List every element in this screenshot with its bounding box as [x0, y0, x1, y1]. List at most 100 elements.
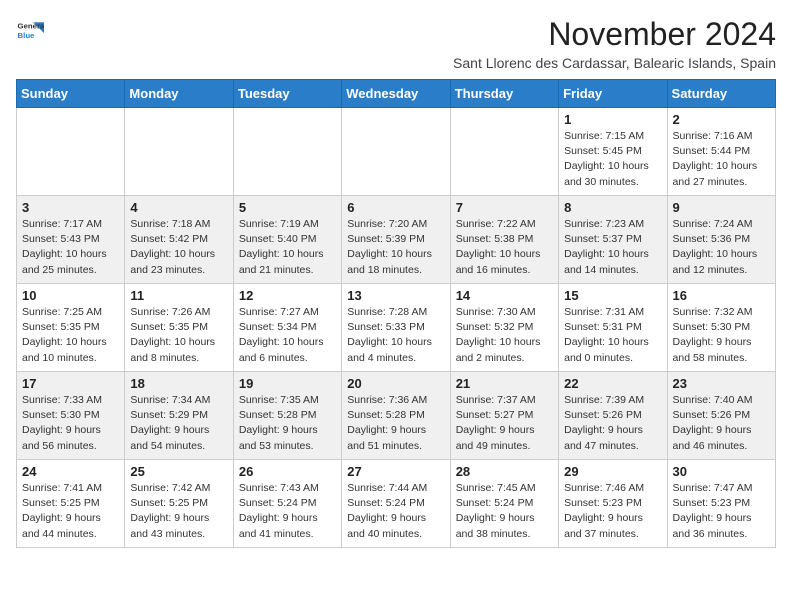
day-number: 6 [347, 200, 444, 215]
calendar-day-cell: 20 Sunrise: 7:36 AM Sunset: 5:28 PM Dayli… [342, 372, 450, 460]
day-info: Sunrise: 7:41 AM Sunset: 5:25 PM Dayligh… [22, 481, 119, 542]
day-number: 26 [239, 464, 336, 479]
day-info: Sunrise: 7:45 AM Sunset: 5:24 PM Dayligh… [456, 481, 553, 542]
day-info: Sunrise: 7:17 AM Sunset: 5:43 PM Dayligh… [22, 217, 119, 278]
calendar-day-cell: 28 Sunrise: 7:45 AM Sunset: 5:24 PM Dayli… [450, 460, 558, 548]
day-number: 25 [130, 464, 227, 479]
day-number: 23 [673, 376, 770, 391]
day-number: 16 [673, 288, 770, 303]
day-of-week-header: Thursday [450, 80, 558, 108]
calendar-day-cell: 23 Sunrise: 7:40 AM Sunset: 5:26 PM Dayli… [667, 372, 775, 460]
calendar-day-cell [17, 108, 125, 196]
day-number: 13 [347, 288, 444, 303]
day-info: Sunrise: 7:24 AM Sunset: 5:36 PM Dayligh… [673, 217, 770, 278]
day-info: Sunrise: 7:27 AM Sunset: 5:34 PM Dayligh… [239, 305, 336, 366]
day-info: Sunrise: 7:47 AM Sunset: 5:23 PM Dayligh… [673, 481, 770, 542]
day-number: 10 [22, 288, 119, 303]
day-of-week-header: Saturday [667, 80, 775, 108]
calendar-day-cell: 10 Sunrise: 7:25 AM Sunset: 5:35 PM Dayli… [17, 284, 125, 372]
day-info: Sunrise: 7:39 AM Sunset: 5:26 PM Dayligh… [564, 393, 661, 454]
day-number: 18 [130, 376, 227, 391]
day-info: Sunrise: 7:37 AM Sunset: 5:27 PM Dayligh… [456, 393, 553, 454]
day-number: 14 [456, 288, 553, 303]
day-info: Sunrise: 7:32 AM Sunset: 5:30 PM Dayligh… [673, 305, 770, 366]
day-number: 30 [673, 464, 770, 479]
logo: General Blue [16, 16, 44, 44]
day-info: Sunrise: 7:43 AM Sunset: 5:24 PM Dayligh… [239, 481, 336, 542]
calendar-week-row: 1 Sunrise: 7:15 AM Sunset: 5:45 PM Daylig… [17, 108, 776, 196]
calendar-day-cell: 22 Sunrise: 7:39 AM Sunset: 5:26 PM Dayli… [559, 372, 667, 460]
day-number: 19 [239, 376, 336, 391]
day-number: 29 [564, 464, 661, 479]
day-number: 15 [564, 288, 661, 303]
calendar-day-cell: 4 Sunrise: 7:18 AM Sunset: 5:42 PM Daylig… [125, 196, 233, 284]
day-number: 24 [22, 464, 119, 479]
day-number: 17 [22, 376, 119, 391]
svg-text:Blue: Blue [18, 31, 36, 40]
calendar-header-row: SundayMondayTuesdayWednesdayThursdayFrid… [17, 80, 776, 108]
calendar-day-cell: 16 Sunrise: 7:32 AM Sunset: 5:30 PM Dayli… [667, 284, 775, 372]
calendar-day-cell: 29 Sunrise: 7:46 AM Sunset: 5:23 PM Dayli… [559, 460, 667, 548]
day-info: Sunrise: 7:33 AM Sunset: 5:30 PM Dayligh… [22, 393, 119, 454]
day-info: Sunrise: 7:20 AM Sunset: 5:39 PM Dayligh… [347, 217, 444, 278]
day-info: Sunrise: 7:36 AM Sunset: 5:28 PM Dayligh… [347, 393, 444, 454]
calendar-week-row: 3 Sunrise: 7:17 AM Sunset: 5:43 PM Daylig… [17, 196, 776, 284]
calendar-week-row: 10 Sunrise: 7:25 AM Sunset: 5:35 PM Dayli… [17, 284, 776, 372]
calendar-table: SundayMondayTuesdayWednesdayThursdayFrid… [16, 79, 776, 548]
day-of-week-header: Wednesday [342, 80, 450, 108]
day-number: 4 [130, 200, 227, 215]
calendar-day-cell: 1 Sunrise: 7:15 AM Sunset: 5:45 PM Daylig… [559, 108, 667, 196]
calendar-day-cell: 17 Sunrise: 7:33 AM Sunset: 5:30 PM Dayli… [17, 372, 125, 460]
day-info: Sunrise: 7:25 AM Sunset: 5:35 PM Dayligh… [22, 305, 119, 366]
day-number: 28 [456, 464, 553, 479]
logo-icon: General Blue [16, 16, 44, 44]
calendar-week-row: 24 Sunrise: 7:41 AM Sunset: 5:25 PM Dayli… [17, 460, 776, 548]
day-number: 22 [564, 376, 661, 391]
calendar-day-cell: 9 Sunrise: 7:24 AM Sunset: 5:36 PM Daylig… [667, 196, 775, 284]
day-info: Sunrise: 7:40 AM Sunset: 5:26 PM Dayligh… [673, 393, 770, 454]
calendar-day-cell: 15Sunrise: 7:31 AM Sunset: 5:31 PM Dayli… [559, 284, 667, 372]
calendar-day-cell: 5 Sunrise: 7:19 AM Sunset: 5:40 PM Daylig… [233, 196, 341, 284]
calendar-day-cell: 2 Sunrise: 7:16 AM Sunset: 5:44 PM Daylig… [667, 108, 775, 196]
day-info: Sunrise: 7:30 AM Sunset: 5:32 PM Dayligh… [456, 305, 553, 366]
day-number: 1 [564, 112, 661, 127]
day-info: Sunrise: 7:46 AM Sunset: 5:23 PM Dayligh… [564, 481, 661, 542]
day-info: Sunrise: 7:34 AM Sunset: 5:29 PM Dayligh… [130, 393, 227, 454]
day-number: 20 [347, 376, 444, 391]
calendar-day-cell [450, 108, 558, 196]
day-info: Sunrise: 7:18 AM Sunset: 5:42 PM Dayligh… [130, 217, 227, 278]
day-info: Sunrise: 7:15 AM Sunset: 5:45 PM Dayligh… [564, 129, 661, 190]
calendar-day-cell: 14 Sunrise: 7:30 AM Sunset: 5:32 PM Dayli… [450, 284, 558, 372]
calendar-day-cell: 30 Sunrise: 7:47 AM Sunset: 5:23 PM Dayli… [667, 460, 775, 548]
calendar-day-cell: 26 Sunrise: 7:43 AM Sunset: 5:24 PM Dayli… [233, 460, 341, 548]
calendar-day-cell: 18 Sunrise: 7:34 AM Sunset: 5:29 PM Dayli… [125, 372, 233, 460]
calendar-day-cell [125, 108, 233, 196]
day-number: 3 [22, 200, 119, 215]
day-of-week-header: Tuesday [233, 80, 341, 108]
calendar-day-cell: 6 Sunrise: 7:20 AM Sunset: 5:39 PM Daylig… [342, 196, 450, 284]
day-number: 9 [673, 200, 770, 215]
day-number: 27 [347, 464, 444, 479]
calendar-day-cell [233, 108, 341, 196]
day-info: Sunrise: 7:16 AM Sunset: 5:44 PM Dayligh… [673, 129, 770, 190]
calendar-day-cell: 27Sunrise: 7:44 AM Sunset: 5:24 PM Dayli… [342, 460, 450, 548]
day-info: Sunrise: 7:19 AM Sunset: 5:40 PM Dayligh… [239, 217, 336, 278]
calendar-day-cell: 11Sunrise: 7:26 AM Sunset: 5:35 PM Dayli… [125, 284, 233, 372]
calendar-day-cell: 24 Sunrise: 7:41 AM Sunset: 5:25 PM Dayli… [17, 460, 125, 548]
page-header: General Blue November 2024 Sant Llorenc … [16, 16, 776, 71]
day-of-week-header: Friday [559, 80, 667, 108]
day-number: 21 [456, 376, 553, 391]
day-number: 7 [456, 200, 553, 215]
calendar-day-cell: 19Sunrise: 7:35 AM Sunset: 5:28 PM Dayli… [233, 372, 341, 460]
svg-text:General: General [18, 21, 44, 30]
calendar-day-cell [342, 108, 450, 196]
month-title: November 2024 [453, 16, 776, 53]
calendar-week-row: 17 Sunrise: 7:33 AM Sunset: 5:30 PM Dayli… [17, 372, 776, 460]
title-block: November 2024 Sant Llorenc des Cardassar… [453, 16, 776, 71]
location-subtitle: Sant Llorenc des Cardassar, Balearic Isl… [453, 55, 776, 71]
calendar-day-cell: 7Sunrise: 7:22 AM Sunset: 5:38 PM Daylig… [450, 196, 558, 284]
calendar-day-cell: 13Sunrise: 7:28 AM Sunset: 5:33 PM Dayli… [342, 284, 450, 372]
day-number: 2 [673, 112, 770, 127]
calendar-day-cell: 8Sunrise: 7:23 AM Sunset: 5:37 PM Daylig… [559, 196, 667, 284]
day-number: 5 [239, 200, 336, 215]
